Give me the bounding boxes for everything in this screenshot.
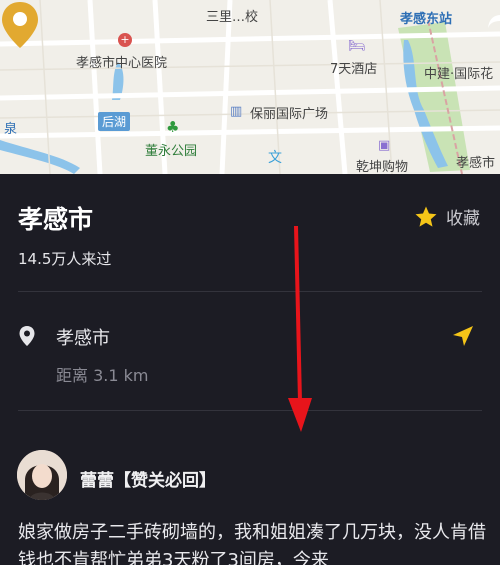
place-detail-screen: ‹ 三里…校 孝感东站 + 孝感市中心医院 🛏 7天酒店 中建·国际花 后湖 ▥… <box>0 0 500 565</box>
annotation-arrow <box>288 225 312 432</box>
